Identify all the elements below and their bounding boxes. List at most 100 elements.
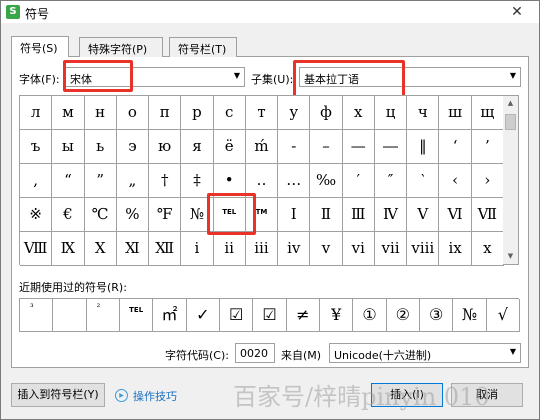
- symbol-cell[interactable]: Ⅵ: [439, 198, 472, 232]
- grid-scrollbar[interactable]: ▲ ▼: [503, 95, 519, 265]
- symbol-cell[interactable]: ‖: [407, 130, 440, 164]
- scroll-thumb[interactable]: [505, 114, 516, 130]
- symbol-cell[interactable]: Ⅹ: [84, 232, 117, 266]
- symbol-cell[interactable]: Ⅸ: [52, 232, 85, 266]
- symbol-cell[interactable]: у: [278, 96, 311, 130]
- symbol-cell[interactable]: т: [245, 96, 279, 130]
- symbol-cell[interactable]: ,: [20, 164, 53, 198]
- symbol-cell[interactable]: ⅳ: [278, 232, 311, 266]
- symbol-cell[interactable]: с: [213, 96, 246, 130]
- char-code-input[interactable]: 0020: [235, 343, 275, 363]
- tab-special-chars[interactable]: 特殊字符(P): [79, 37, 163, 57]
- close-icon[interactable]: ✕: [499, 4, 535, 21]
- symbol-cell[interactable]: …: [278, 164, 311, 198]
- insert-to-bar-button[interactable]: 插入到符号栏(Y): [11, 383, 105, 407]
- symbol-cell[interactable]: —: [342, 130, 375, 164]
- scroll-up-icon[interactable]: ▲: [503, 96, 518, 111]
- symbol-cell[interactable]: н: [84, 96, 117, 130]
- recent-symbol-cell[interactable]: ☑: [253, 299, 287, 332]
- symbol-cell[interactable]: ц: [374, 96, 408, 130]
- recent-symbol-cell[interactable]: [53, 299, 87, 332]
- symbol-cell[interactable]: ю: [149, 130, 182, 164]
- symbol-cell[interactable]: ⅴ: [310, 232, 343, 266]
- recent-symbol-cell[interactable]: №: [453, 299, 487, 332]
- symbol-cell[interactable]: х: [342, 96, 375, 130]
- tab-symbols[interactable]: 符号(S): [11, 36, 69, 57]
- scroll-down-icon[interactable]: ▼: [503, 249, 518, 264]
- symbol-cell[interactable]: €: [52, 198, 85, 232]
- symbol-cell[interactable]: п: [149, 96, 182, 130]
- recent-symbol-cell[interactable]: ✓: [186, 299, 220, 332]
- recent-symbol-cell[interactable]: √: [486, 299, 520, 332]
- symbol-cell[interactable]: „: [116, 164, 150, 198]
- symbol-cell[interactable]: ℃: [84, 198, 117, 232]
- symbol-cell[interactable]: ‹: [439, 164, 472, 198]
- recent-symbol-cell[interactable]: TEL: [120, 299, 154, 332]
- symbol-cell[interactable]: Ⅴ: [407, 198, 440, 232]
- tel-cell-highlight-box: [207, 193, 256, 235]
- symbol-cell[interactable]: ℉: [149, 198, 182, 232]
- symbol-cell[interactable]: р: [181, 96, 214, 130]
- tips-link[interactable]: 操作技巧: [133, 388, 177, 404]
- symbol-cell[interactable]: Ⅷ: [20, 232, 53, 266]
- symbol-cell[interactable]: Ⅶ: [471, 198, 504, 232]
- recent-symbol-cell[interactable]: ①: [353, 299, 387, 332]
- symbol-cell[interactable]: ⅸ: [439, 232, 472, 266]
- symbol-cell[interactable]: о: [116, 96, 150, 130]
- chevron-down-icon: ▼: [233, 71, 240, 80]
- symbol-cell[interactable]: ⅲ: [245, 232, 279, 266]
- symbol-cell[interactable]: “: [52, 164, 85, 198]
- recent-symbol-cell[interactable]: ②: [386, 299, 420, 332]
- symbol-cell[interactable]: ⅱ: [213, 232, 246, 266]
- symbol-cell[interactable]: Ⅱ: [310, 198, 343, 232]
- tab-symbol-bar[interactable]: 符号栏(T): [169, 37, 237, 57]
- symbol-cell[interactable]: ―: [374, 130, 408, 164]
- recent-symbol-cell[interactable]: ≠: [286, 299, 320, 332]
- symbol-cell[interactable]: Ⅻ: [149, 232, 182, 266]
- symbol-cell[interactable]: %: [116, 198, 150, 232]
- symbol-cell[interactable]: -: [278, 130, 311, 164]
- symbol-cell[interactable]: ⅶ: [374, 232, 408, 266]
- symbol-cell[interactable]: ы: [52, 130, 85, 164]
- symbol-cell[interactable]: ⅷ: [407, 232, 440, 266]
- char-code-label: 字符代码(C):: [165, 349, 229, 362]
- symbol-cell[interactable]: л: [20, 96, 53, 130]
- symbol-cell[interactable]: –: [310, 130, 343, 164]
- recent-symbol-cell[interactable]: ㎡: [153, 299, 187, 332]
- symbol-cell[interactable]: ф: [310, 96, 343, 130]
- symbol-cell[interactable]: м: [52, 96, 85, 130]
- symbol-cell[interactable]: †: [149, 164, 182, 198]
- symbol-cell[interactable]: ш: [439, 96, 472, 130]
- symbol-cell[interactable]: э: [116, 130, 150, 164]
- recent-symbol-cell[interactable]: ³: [20, 299, 54, 332]
- symbol-cell[interactable]: ※: [20, 198, 53, 232]
- symbol-cell[interactable]: ч: [407, 96, 440, 130]
- symbol-cell[interactable]: Ⅲ: [342, 198, 375, 232]
- symbol-cell[interactable]: ъ: [20, 130, 53, 164]
- recent-symbol-cell[interactable]: ③: [420, 299, 454, 332]
- symbol-cell[interactable]: ‵: [407, 164, 440, 198]
- symbol-cell[interactable]: ь: [84, 130, 117, 164]
- symbol-cell[interactable]: ′: [342, 164, 375, 198]
- recent-symbol-cell[interactable]: ²: [86, 299, 120, 332]
- symbol-cell[interactable]: ⅰ: [181, 232, 214, 266]
- symbol-cell[interactable]: ″: [374, 164, 408, 198]
- from-select[interactable]: Unicode(十六进制) ▼: [329, 343, 521, 363]
- symbol-cell[interactable]: ё: [213, 130, 246, 164]
- recent-symbol-cell[interactable]: ¥: [320, 299, 354, 332]
- recent-symbol-cell[interactable]: ☑: [220, 299, 254, 332]
- symbol-cell[interactable]: ›: [471, 164, 504, 198]
- symbol-cell[interactable]: Ⅺ: [116, 232, 150, 266]
- symbol-cell[interactable]: Ⅰ: [278, 198, 311, 232]
- symbol-cell[interactable]: ‘: [439, 130, 472, 164]
- symbol-cell[interactable]: ḿ: [245, 130, 279, 164]
- symbol-cell[interactable]: ”: [84, 164, 117, 198]
- symbol-cell[interactable]: ‰: [310, 164, 343, 198]
- symbol-cell[interactable]: ’: [471, 130, 504, 164]
- symbol-cell[interactable]: я: [181, 130, 214, 164]
- symbol-cell[interactable]: щ: [471, 96, 504, 130]
- symbol-cell[interactable]: Ⅳ: [374, 198, 408, 232]
- symbol-cell[interactable]: ⅵ: [342, 232, 375, 266]
- symbol-cell[interactable]: ⅹ: [471, 232, 504, 266]
- dialog-title: 符号: [25, 7, 50, 21]
